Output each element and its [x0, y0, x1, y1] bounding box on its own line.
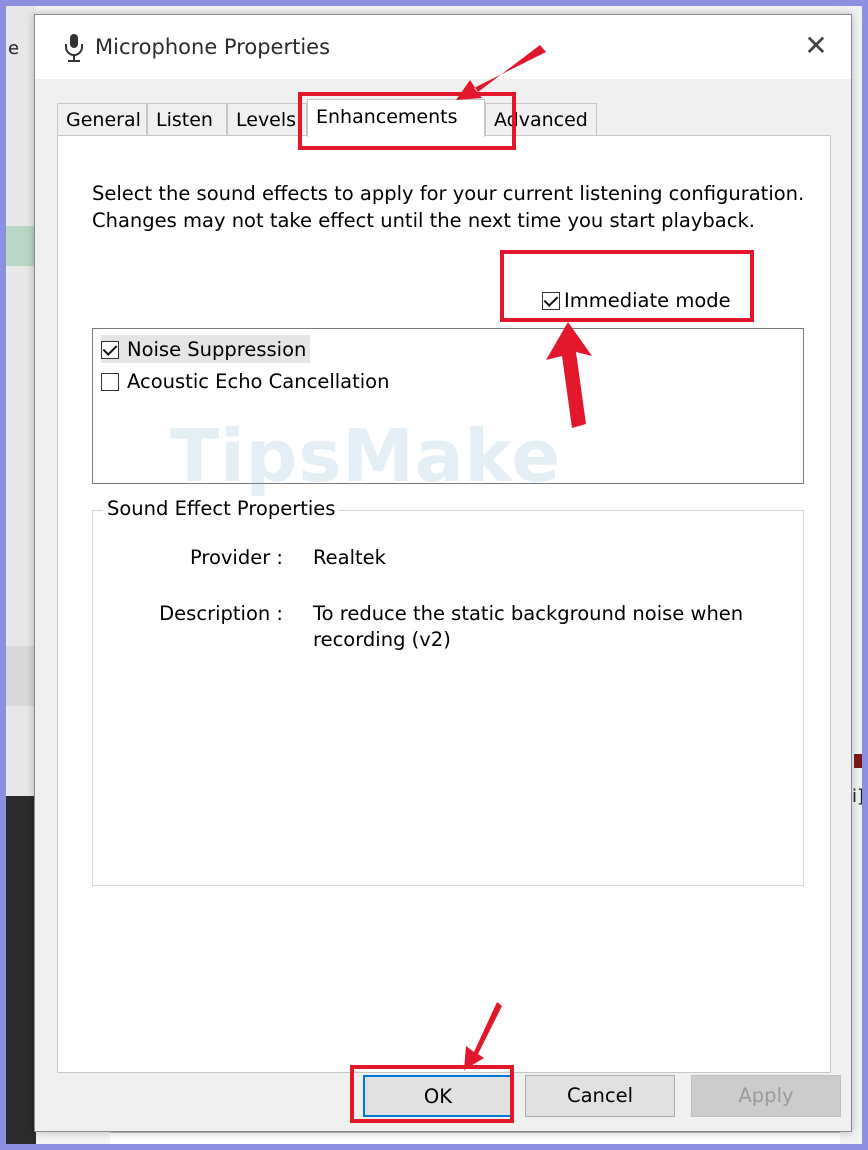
- effect-acoustic-echo-cancellation[interactable]: Acoustic Echo Cancellation: [101, 367, 393, 395]
- immediate-mode-label: Immediate mode: [564, 289, 731, 312]
- apply-button[interactable]: Apply: [691, 1075, 841, 1117]
- close-button[interactable]: ✕: [799, 29, 833, 63]
- checkbox-checked-icon[interactable]: [542, 291, 560, 310]
- background-block: [6, 646, 36, 706]
- tab-advanced[interactable]: Advanced: [485, 103, 597, 135]
- sound-effect-properties-group: Sound Effect Properties Provider : Realt…: [92, 497, 804, 886]
- background-block: [6, 226, 36, 266]
- effect-label: Acoustic Echo Cancellation: [127, 369, 390, 393]
- checkbox-unchecked-icon[interactable]: [101, 372, 119, 391]
- provider-label: Provider :: [189, 546, 283, 569]
- microphone-icon: [65, 34, 83, 62]
- background-window-bottom: [110, 1132, 840, 1145]
- immediate-mode-checkbox[interactable]: Immediate mode: [542, 288, 731, 312]
- cancel-button[interactable]: Cancel: [525, 1075, 675, 1117]
- background-window-left: e: [6, 6, 36, 1150]
- description-value: To reduce the static background noise wh…: [313, 602, 744, 651]
- background-text: i]: [852, 786, 865, 807]
- ok-button[interactable]: OK: [363, 1075, 513, 1117]
- tab-general[interactable]: General: [57, 103, 147, 135]
- effect-noise-suppression[interactable]: Noise Suppression: [101, 335, 311, 363]
- dialog-title: Microphone Properties: [95, 35, 331, 59]
- enhancements-description: Select the sound effects to apply for yo…: [92, 182, 805, 232]
- background-text: e: [8, 38, 20, 59]
- effect-label: Noise Suppression: [127, 337, 307, 361]
- enhancements-panel: Select the sound effects to apply for yo…: [57, 135, 831, 1073]
- group-title: Sound Effect Properties: [103, 497, 340, 520]
- background-block: [6, 796, 36, 1150]
- provider-row: Provider : Realtek: [93, 545, 793, 575]
- tab-listen[interactable]: Listen: [147, 103, 227, 135]
- sound-effects-list[interactable]: Noise Suppression Acoustic Echo Cancella…: [92, 328, 804, 484]
- background-block: [854, 754, 862, 768]
- tab-levels[interactable]: Levels: [227, 103, 307, 135]
- description-label: Description :: [159, 602, 283, 625]
- microphone-properties-dialog: Microphone Properties ✕ General Listen L…: [34, 14, 852, 1132]
- provider-value: Realtek: [313, 546, 386, 569]
- title-bar: Microphone Properties ✕: [35, 15, 851, 79]
- description-row: Description : To reduce the static backg…: [93, 601, 793, 657]
- tab-enhancements[interactable]: Enhancements: [307, 99, 485, 137]
- checkbox-checked-icon[interactable]: [101, 340, 119, 359]
